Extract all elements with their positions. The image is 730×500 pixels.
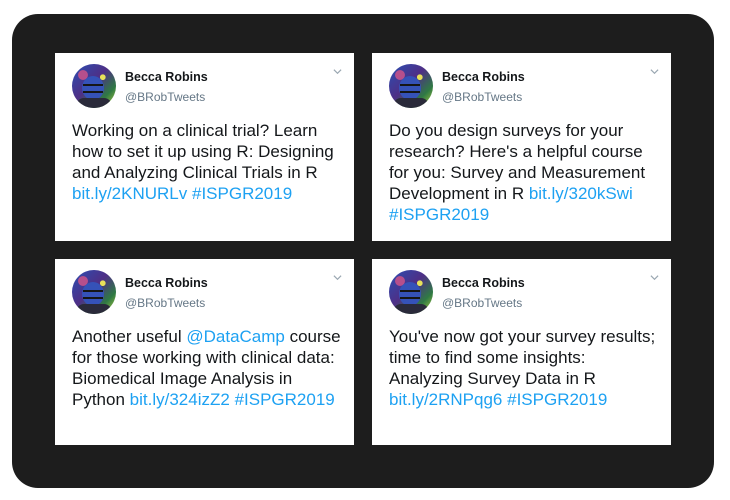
tweet-link[interactable]: bit.ly/2RNPqg6 [389, 390, 502, 409]
author-handle[interactable]: @BRobTweets [442, 296, 522, 310]
frame-gap [206, 488, 506, 500]
tweet-text: Working on a clinical trial? Learn how t… [72, 120, 342, 204]
avatar[interactable] [72, 270, 116, 314]
tweet-text-segment: Working on a clinical trial? Learn how t… [72, 121, 334, 182]
author-name[interactable]: Becca Robins [125, 70, 208, 84]
avatar[interactable] [389, 270, 433, 314]
tweet-link[interactable]: bit.ly/2KNURLv [72, 184, 187, 203]
tweet-link[interactable]: bit.ly/320kSwi [529, 184, 633, 203]
tweet-card[interactable]: Becca Robins @BRobTweets Working on a cl… [55, 53, 354, 241]
tweet-header: Becca Robins @BRobTweets [389, 63, 659, 111]
author-name[interactable]: Becca Robins [125, 276, 208, 290]
tweet-link[interactable]: #ISPGR2019 [507, 390, 607, 409]
chevron-down-icon[interactable] [650, 67, 659, 76]
tweet-header: Becca Robins @BRobTweets [72, 63, 342, 111]
tweet-link[interactable]: #ISPGR2019 [235, 390, 335, 409]
author-name[interactable]: Becca Robins [442, 276, 525, 290]
avatar[interactable] [72, 64, 116, 108]
chevron-down-icon[interactable] [333, 273, 342, 282]
tweet-text: Another useful @DataCamp course for thos… [72, 326, 342, 410]
tweet-card[interactable]: Becca Robins @BRobTweets Do you design s… [372, 53, 671, 241]
chevron-down-icon[interactable] [333, 67, 342, 76]
tweet-text-segment: Another useful [72, 327, 187, 346]
avatar[interactable] [389, 64, 433, 108]
tweet-card[interactable]: Becca Robins @BRobTweets Another useful … [55, 259, 354, 445]
tweet-link[interactable]: #ISPGR2019 [389, 205, 489, 224]
tweet-link[interactable]: @DataCamp [186, 327, 285, 346]
tweet-header: Becca Robins @BRobTweets [72, 269, 342, 317]
tweet-link[interactable]: #ISPGR2019 [192, 184, 292, 203]
tweet-text: You've now got your survey results; time… [389, 326, 659, 410]
author-handle[interactable]: @BRobTweets [442, 90, 522, 104]
author-handle[interactable]: @BRobTweets [125, 296, 205, 310]
tweet-text: Do you design surveys for your research?… [389, 120, 659, 225]
tweet-link[interactable]: bit.ly/324izZ2 [130, 390, 230, 409]
chevron-down-icon[interactable] [650, 273, 659, 282]
tweet-text-segment: You've now got your survey results; time… [389, 327, 656, 388]
author-name[interactable]: Becca Robins [442, 70, 525, 84]
tweet-header: Becca Robins @BRobTweets [389, 269, 659, 317]
tweet-card[interactable]: Becca Robins @BRobTweets You've now got … [372, 259, 671, 445]
author-handle[interactable]: @BRobTweets [125, 90, 205, 104]
